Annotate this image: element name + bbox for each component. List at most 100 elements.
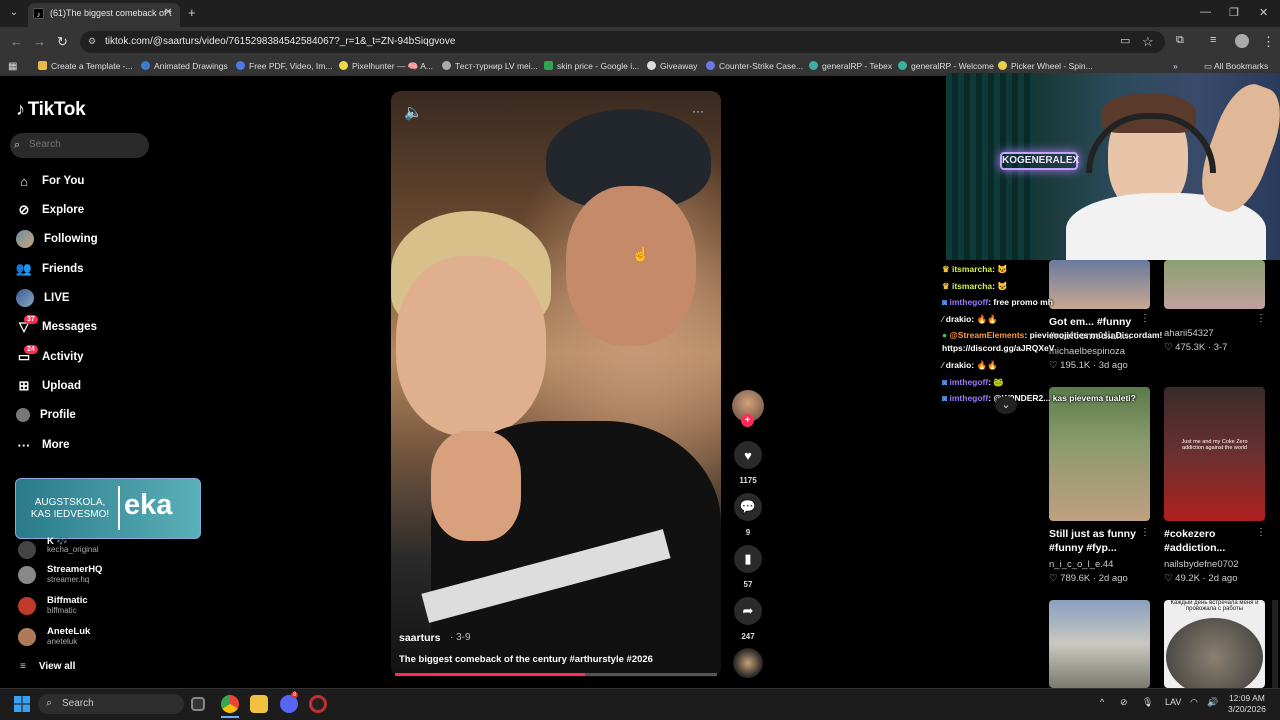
search-input[interactable] bbox=[29, 139, 139, 150]
messages-badge: 37 bbox=[24, 315, 38, 324]
music-disc-icon[interactable] bbox=[733, 648, 763, 678]
language-indicator[interactable]: LAV bbox=[1165, 697, 1181, 707]
speaker-icon[interactable]: 🔊 bbox=[1207, 697, 1218, 708]
minimize-icon[interactable]: — bbox=[1200, 6, 1211, 18]
man-face-shape bbox=[566, 186, 696, 346]
bookmark-favicon-icon bbox=[898, 61, 907, 70]
card-stats: ♡ 475.3K · 3-7 bbox=[1164, 342, 1228, 353]
card-user[interactable]: aharii54327 bbox=[1164, 328, 1214, 339]
nav-activity[interactable]: ▭ 24 Activity bbox=[16, 345, 84, 368]
bookmark-item[interactable]: generalRP - Tebex bbox=[809, 61, 892, 71]
video-thumbnail[interactable]: Каждый день встречала меня и провожала с… bbox=[1164, 600, 1265, 688]
video-player[interactable] bbox=[391, 91, 721, 677]
nav-explore[interactable]: ⊘ Explore bbox=[16, 199, 85, 221]
media-icon[interactable]: ≡ bbox=[1210, 34, 1216, 46]
tab-search-icon[interactable]: ⌄ bbox=[6, 5, 22, 21]
wifi-icon[interactable]: ◠ bbox=[1190, 697, 1198, 708]
cast-icon[interactable]: ▭ bbox=[1120, 34, 1130, 47]
app-icon[interactable] bbox=[309, 695, 327, 713]
taskbar-clock[interactable]: 12:09 AM 3/20/2026 bbox=[1228, 693, 1266, 715]
file-explorer-icon[interactable] bbox=[250, 695, 268, 713]
microphone-icon[interactable]: 🎙 bbox=[1142, 697, 1153, 708]
nav-more[interactable]: ··· More bbox=[16, 434, 70, 456]
page-scrollbar[interactable] bbox=[1272, 600, 1278, 688]
bookmark-item[interactable]: Тест-турнир LV mei... bbox=[442, 61, 538, 71]
extensions-icon[interactable]: ⧉ bbox=[1176, 34, 1184, 47]
follow-plus-icon[interactable]: + bbox=[741, 414, 754, 427]
card-title[interactable]: Still just as funny #funny #fyp... bbox=[1049, 527, 1136, 555]
card-more-icon[interactable]: ⋮ bbox=[1256, 313, 1266, 324]
new-tab-icon[interactable]: + bbox=[188, 5, 196, 20]
profile-avatar[interactable] bbox=[1235, 34, 1249, 48]
comment-button[interactable]: 💬 bbox=[734, 493, 762, 521]
video-thumbnail[interactable]: Just me and my Coke Zero addiction again… bbox=[1164, 387, 1265, 521]
bookmarks-overflow-icon[interactable]: » bbox=[1173, 61, 1178, 71]
card-stats: ♡ 49.2K · 2d ago bbox=[1164, 573, 1238, 584]
nav-live[interactable]: LIVE bbox=[16, 287, 70, 309]
bookmark-item[interactable]: Create a Template -... bbox=[38, 61, 133, 71]
video-thumbnail[interactable] bbox=[1049, 600, 1150, 688]
menu-dots-icon[interactable]: ⋮ bbox=[1262, 34, 1275, 50]
bookmark-item[interactable]: Free PDF, Video, Im... bbox=[236, 61, 332, 71]
nav-following[interactable]: Following bbox=[16, 228, 98, 250]
chrome-icon[interactable] bbox=[221, 695, 239, 713]
card-more-icon[interactable]: ⋮ bbox=[1140, 527, 1150, 538]
video-author[interactable]: saarturs bbox=[399, 632, 440, 644]
tray-overflow-icon[interactable]: ^ bbox=[1100, 697, 1104, 707]
apps-grid-icon[interactable]: ▦ bbox=[8, 61, 17, 72]
bookmark-item[interactable]: Picker Wheel - Spin... bbox=[998, 61, 1093, 71]
bookmark-item[interactable]: skin price - Google i... bbox=[544, 61, 639, 71]
windows-start-icon[interactable] bbox=[14, 696, 30, 712]
like-button[interactable]: ♥ bbox=[734, 441, 762, 469]
chevron-down-icon[interactable]: ⌄ bbox=[995, 396, 1017, 414]
tab-close-icon[interactable]: ✕ bbox=[164, 7, 172, 18]
nav-profile[interactable]: Profile bbox=[16, 404, 76, 426]
bookmark-star-icon[interactable]: ☆ bbox=[1142, 34, 1154, 50]
taskbar-search[interactable]: Search bbox=[38, 694, 184, 714]
view-all-link[interactable]: ≡ View all bbox=[20, 661, 75, 672]
forward-icon[interactable]: → bbox=[33, 34, 46, 49]
bookmark-favicon-icon bbox=[141, 61, 150, 70]
back-icon[interactable]: ← bbox=[10, 34, 23, 49]
card-more-icon[interactable]: ⋮ bbox=[1256, 527, 1266, 538]
video-thumbnail[interactable] bbox=[1049, 260, 1150, 309]
tiktok-logo[interactable]: ♪ TikTok bbox=[16, 99, 86, 121]
avatar bbox=[18, 597, 36, 615]
reload-icon[interactable]: ↻ bbox=[57, 34, 68, 50]
chat-message: ● @StreamElements: pievienojieties mūsu … bbox=[942, 330, 1163, 340]
card-title[interactable]: #cokezero #addiction... bbox=[1164, 527, 1225, 555]
task-view-icon[interactable] bbox=[191, 697, 205, 711]
video-more-icon[interactable]: ··· bbox=[692, 104, 704, 118]
bookmark-item[interactable]: Pixelhunter — 🧠 A... bbox=[339, 61, 433, 72]
tab-tiktok[interactable]: (61)The biggest comeback of t bbox=[28, 3, 180, 27]
card-more-icon[interactable]: ⋮ bbox=[1140, 313, 1150, 324]
url-text[interactable]: tiktok.com/@saarturs/video/7615298384542… bbox=[105, 36, 455, 47]
network-icon[interactable]: ⊘ bbox=[1120, 697, 1128, 708]
bookmark-item[interactable]: Giveaway bbox=[647, 61, 697, 71]
card-user[interactable]: michaelbespinoza bbox=[1049, 346, 1125, 357]
volume-icon[interactable]: 🔈 bbox=[404, 103, 423, 121]
avatar bbox=[18, 628, 36, 646]
folder-icon: ▭ bbox=[1204, 61, 1214, 71]
share-button[interactable]: ➦ bbox=[734, 597, 762, 625]
bookmark-item[interactable]: generalRP - Welcome bbox=[898, 61, 994, 71]
bookmark-favicon-icon bbox=[647, 61, 656, 70]
neon-sign: KOGENERALEX bbox=[1000, 152, 1079, 170]
nav-friends[interactable]: 👥 Friends bbox=[16, 258, 84, 280]
close-window-icon[interactable]: ✕ bbox=[1259, 6, 1268, 19]
bookmark-item[interactable]: Counter-Strike Case... bbox=[706, 61, 803, 71]
restore-icon[interactable]: ❐ bbox=[1229, 6, 1239, 19]
card-user[interactable]: nailsbydefne0702 bbox=[1164, 559, 1238, 570]
nav-for-you[interactable]: ⌂ For You bbox=[16, 170, 84, 192]
video-thumbnail[interactable] bbox=[1164, 260, 1265, 309]
nav-messages[interactable]: ▽ 37 Messages bbox=[16, 315, 97, 338]
site-info-icon[interactable]: ⚙ bbox=[88, 36, 96, 47]
save-button[interactable]: ▮ bbox=[734, 545, 762, 573]
bookmark-item[interactable]: Animated Drawings bbox=[141, 61, 228, 71]
all-bookmarks[interactable]: ▭ All Bookmarks bbox=[1204, 61, 1268, 72]
video-thumbnail[interactable] bbox=[1049, 387, 1150, 521]
card-user[interactable]: n_i_c_o_l_e.44 bbox=[1049, 559, 1113, 570]
nav-upload[interactable]: ⊞ Upload bbox=[16, 375, 81, 397]
activity-badge: 24 bbox=[24, 345, 38, 354]
boy-face-shape bbox=[396, 256, 546, 436]
